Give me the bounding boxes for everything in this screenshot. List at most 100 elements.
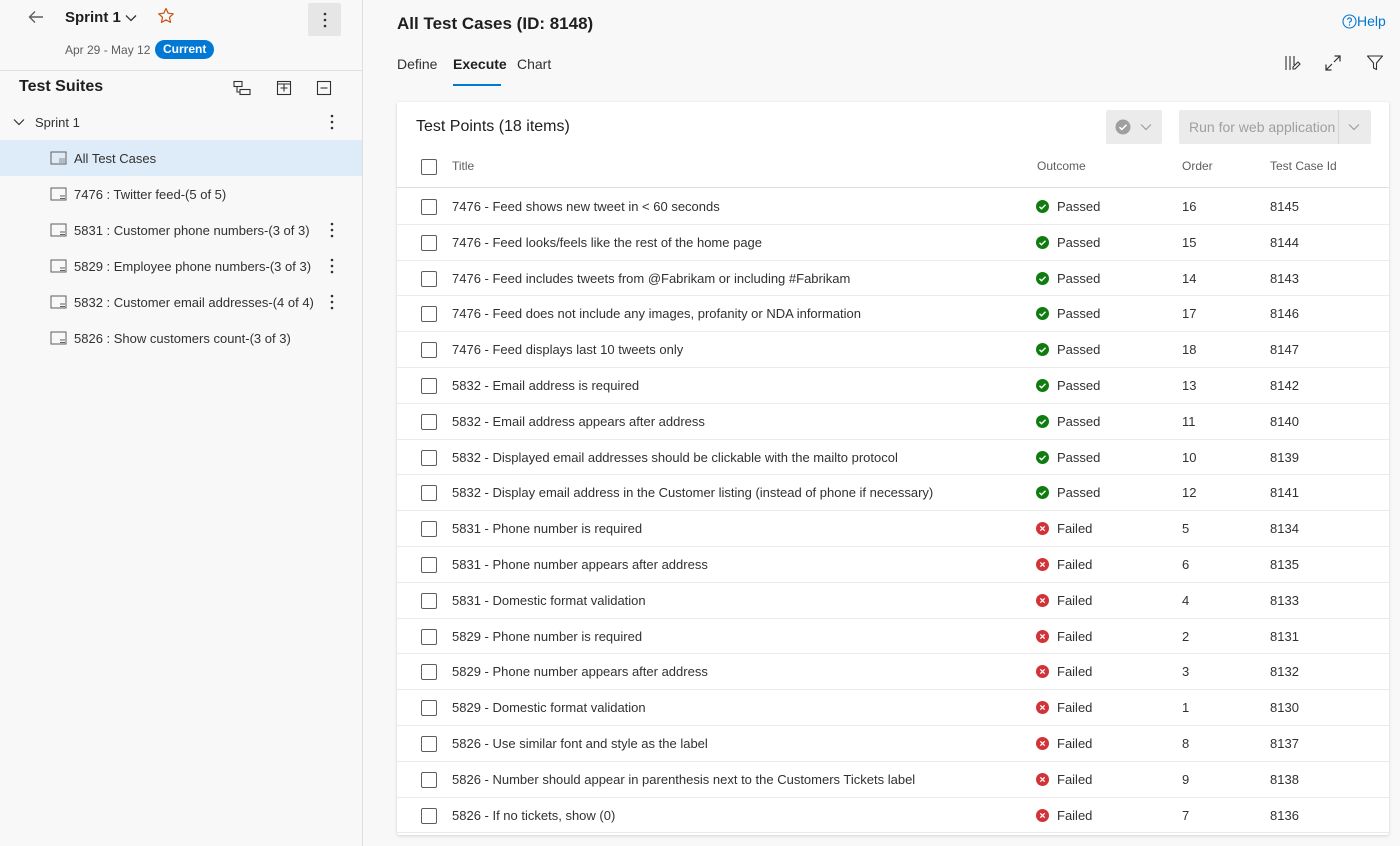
run-for-web-application-button[interactable]: Run for web application — [1179, 110, 1371, 144]
test-point-title[interactable]: 5832 - Email address is required — [452, 378, 639, 393]
test-point-title[interactable]: 7476 - Feed displays last 10 tweets only — [452, 342, 683, 357]
column-header-outcome[interactable]: Outcome — [1037, 159, 1086, 173]
filter-icon[interactable] — [1365, 53, 1385, 73]
table-row[interactable]: 7476 - Feed displays last 10 tweets only… — [397, 332, 1389, 368]
more-options-icon[interactable] — [322, 220, 342, 240]
outcome-cell: Passed — [1036, 378, 1100, 393]
row-checkbox[interactable] — [421, 557, 437, 573]
test-point-title[interactable]: 5831 - Phone number appears after addres… — [452, 557, 708, 572]
row-checkbox[interactable] — [421, 306, 437, 323]
star-icon[interactable] — [156, 6, 176, 26]
row-checkbox[interactable] — [421, 521, 437, 538]
outcome-label: Failed — [1057, 664, 1093, 680]
row-checkbox[interactable] — [421, 628, 437, 645]
row-checkbox[interactable] — [421, 199, 437, 215]
chevron-down-icon[interactable] — [11, 114, 27, 130]
tab-execute[interactable]: Execute — [453, 56, 507, 72]
help-label[interactable]: Help — [1357, 13, 1386, 29]
table-row[interactable]: 7476 - Feed includes tweets from @Fabrik… — [397, 261, 1389, 297]
row-checkbox[interactable] — [421, 736, 437, 752]
requirement-suite-icon — [50, 222, 68, 238]
test-point-title[interactable]: 5832 - Email address appears after addre… — [452, 414, 705, 429]
table-row[interactable]: 5829 - Phone number appears after addres… — [397, 654, 1389, 691]
select-all-checkbox[interactable] — [421, 159, 437, 175]
table-header-row: Title Outcome Order Test Case Id — [397, 152, 1389, 188]
test-point-title[interactable]: 7476 - Feed shows new tweet in < 60 seco… — [452, 199, 720, 214]
test-point-title[interactable]: 5826 - If no tickets, show (0) — [452, 808, 615, 823]
table-row[interactable]: 5832 - Display email address in the Cust… — [397, 475, 1389, 512]
table-row[interactable]: 5831 - Phone number is required Failed 5 81… — [397, 511, 1389, 547]
back-arrow-icon[interactable] — [24, 6, 48, 28]
table-row[interactable]: 5831 - Domestic format validation Failed 4… — [397, 583, 1389, 619]
row-checkbox[interactable] — [421, 342, 437, 359]
row-checkbox[interactable] — [421, 485, 437, 502]
column-header-title[interactable]: Title — [452, 159, 474, 173]
table-row[interactable]: 5826 - Number should appear in parenthes… — [397, 762, 1389, 798]
collapse-all-icon[interactable] — [314, 78, 334, 98]
test-point-title[interactable]: 5831 - Domestic format validation — [452, 593, 646, 608]
test-case-id-cell: 8139 — [1270, 449, 1299, 465]
more-options-icon[interactable] — [322, 256, 342, 276]
row-checkbox[interactable] — [421, 413, 437, 430]
row-checkbox[interactable] — [421, 771, 437, 788]
tree-item-sprint-root[interactable]: Sprint 1 — [0, 104, 362, 140]
tab-define[interactable]: Define — [397, 56, 437, 72]
suite-hierarchy-icon[interactable] — [232, 78, 252, 98]
mark-outcome-button[interactable] — [1106, 110, 1162, 144]
table-row[interactable]: 7476 - Feed shows new tweet in < 60 seco… — [397, 189, 1389, 225]
table-row[interactable]: 5826 - If no tickets, show (0) Failed 7 813… — [397, 798, 1389, 834]
row-checkbox[interactable] — [421, 234, 437, 251]
tree-item-all-test-cases[interactable]: All Test Cases — [0, 140, 362, 176]
order-cell: 11 — [1182, 413, 1196, 429]
more-options-icon[interactable] — [308, 3, 341, 36]
table-row[interactable]: 7476 - Feed does not include any images,… — [397, 296, 1389, 333]
tree-item-suite-5826[interactable]: 5826 : Show customers count-(3 of 3) — [0, 320, 362, 356]
column-header-order[interactable]: Order — [1182, 159, 1213, 173]
table-row[interactable]: 5826 - Use similar font and style as the… — [397, 726, 1389, 762]
test-point-title[interactable]: 5832 - Display email address in the Cust… — [452, 485, 933, 500]
test-point-title[interactable]: 5832 - Displayed email addresses should … — [452, 450, 898, 465]
tree-item-suite-7476[interactable]: 7476 : Twitter feed-(5 of 5) — [0, 176, 362, 212]
table-row[interactable]: 5829 - Domestic format validation Failed 1… — [397, 690, 1389, 726]
tree-item-suite-5831[interactable]: 5831 : Customer phone numbers-(3 of 3) — [0, 212, 362, 248]
tree-item-suite-5829[interactable]: 5829 : Employee phone numbers-(3 of 3) — [0, 248, 362, 284]
row-checkbox[interactable] — [421, 592, 437, 609]
test-point-title[interactable]: 5829 - Phone number appears after addres… — [452, 664, 708, 679]
test-point-title[interactable]: 5826 - Use similar font and style as the… — [452, 736, 708, 751]
table-row[interactable]: 5831 - Phone number appears after addres… — [397, 547, 1389, 583]
row-checkbox[interactable] — [421, 378, 437, 394]
more-options-icon[interactable] — [322, 112, 342, 132]
table-row[interactable]: 7476 - Feed looks/feels like the rest of… — [397, 225, 1389, 261]
sprint-title[interactable]: Sprint 1 — [65, 9, 121, 26]
table-row[interactable]: 5829 - Phone number is required Failed 2 81… — [397, 619, 1389, 655]
test-point-title[interactable]: 7476 - Feed does not include any images,… — [452, 306, 861, 321]
test-point-title[interactable]: 5831 - Phone number is required — [452, 521, 642, 536]
row-checkbox[interactable] — [421, 700, 437, 717]
column-header-test-case-id[interactable]: Test Case Id — [1270, 159, 1337, 173]
outcome-label: Failed — [1057, 628, 1093, 644]
requirement-suite-icon — [50, 258, 68, 274]
row-checkbox[interactable] — [421, 664, 437, 681]
test-point-title[interactable]: 5829 - Phone number is required — [452, 629, 642, 644]
more-options-icon[interactable] — [322, 292, 342, 312]
row-checkbox[interactable] — [421, 449, 437, 466]
table-row[interactable]: 5832 - Displayed email addresses should … — [397, 440, 1389, 476]
test-point-title[interactable]: 5829 - Domestic format validation — [452, 700, 646, 715]
row-checkbox[interactable] — [421, 270, 437, 287]
tab-chart[interactable]: Chart — [517, 56, 551, 72]
fullscreen-icon[interactable] — [1323, 53, 1343, 73]
test-point-title[interactable]: 7476 - Feed includes tweets from @Fabrik… — [452, 271, 850, 286]
chevron-down-icon[interactable] — [1346, 119, 1362, 135]
column-options-icon[interactable] — [1283, 53, 1303, 73]
expand-all-icon[interactable] — [274, 78, 294, 98]
row-checkbox[interactable] — [421, 807, 437, 824]
tree-item-suite-5832[interactable]: 5832 : Customer email addresses-(4 of 4) — [0, 284, 362, 320]
chevron-down-icon[interactable] — [123, 10, 139, 26]
help-link[interactable]: Help — [1342, 13, 1386, 29]
passed-icon — [1036, 414, 1049, 428]
table-row[interactable]: 5832 - Email address is required Passed 13… — [397, 368, 1389, 404]
tree-item-label: Sprint 1 — [35, 114, 80, 130]
table-row[interactable]: 5832 - Email address appears after addre… — [397, 404, 1389, 440]
test-point-title[interactable]: 7476 - Feed looks/feels like the rest of… — [452, 235, 762, 250]
test-point-title[interactable]: 5826 - Number should appear in parenthes… — [452, 772, 915, 787]
